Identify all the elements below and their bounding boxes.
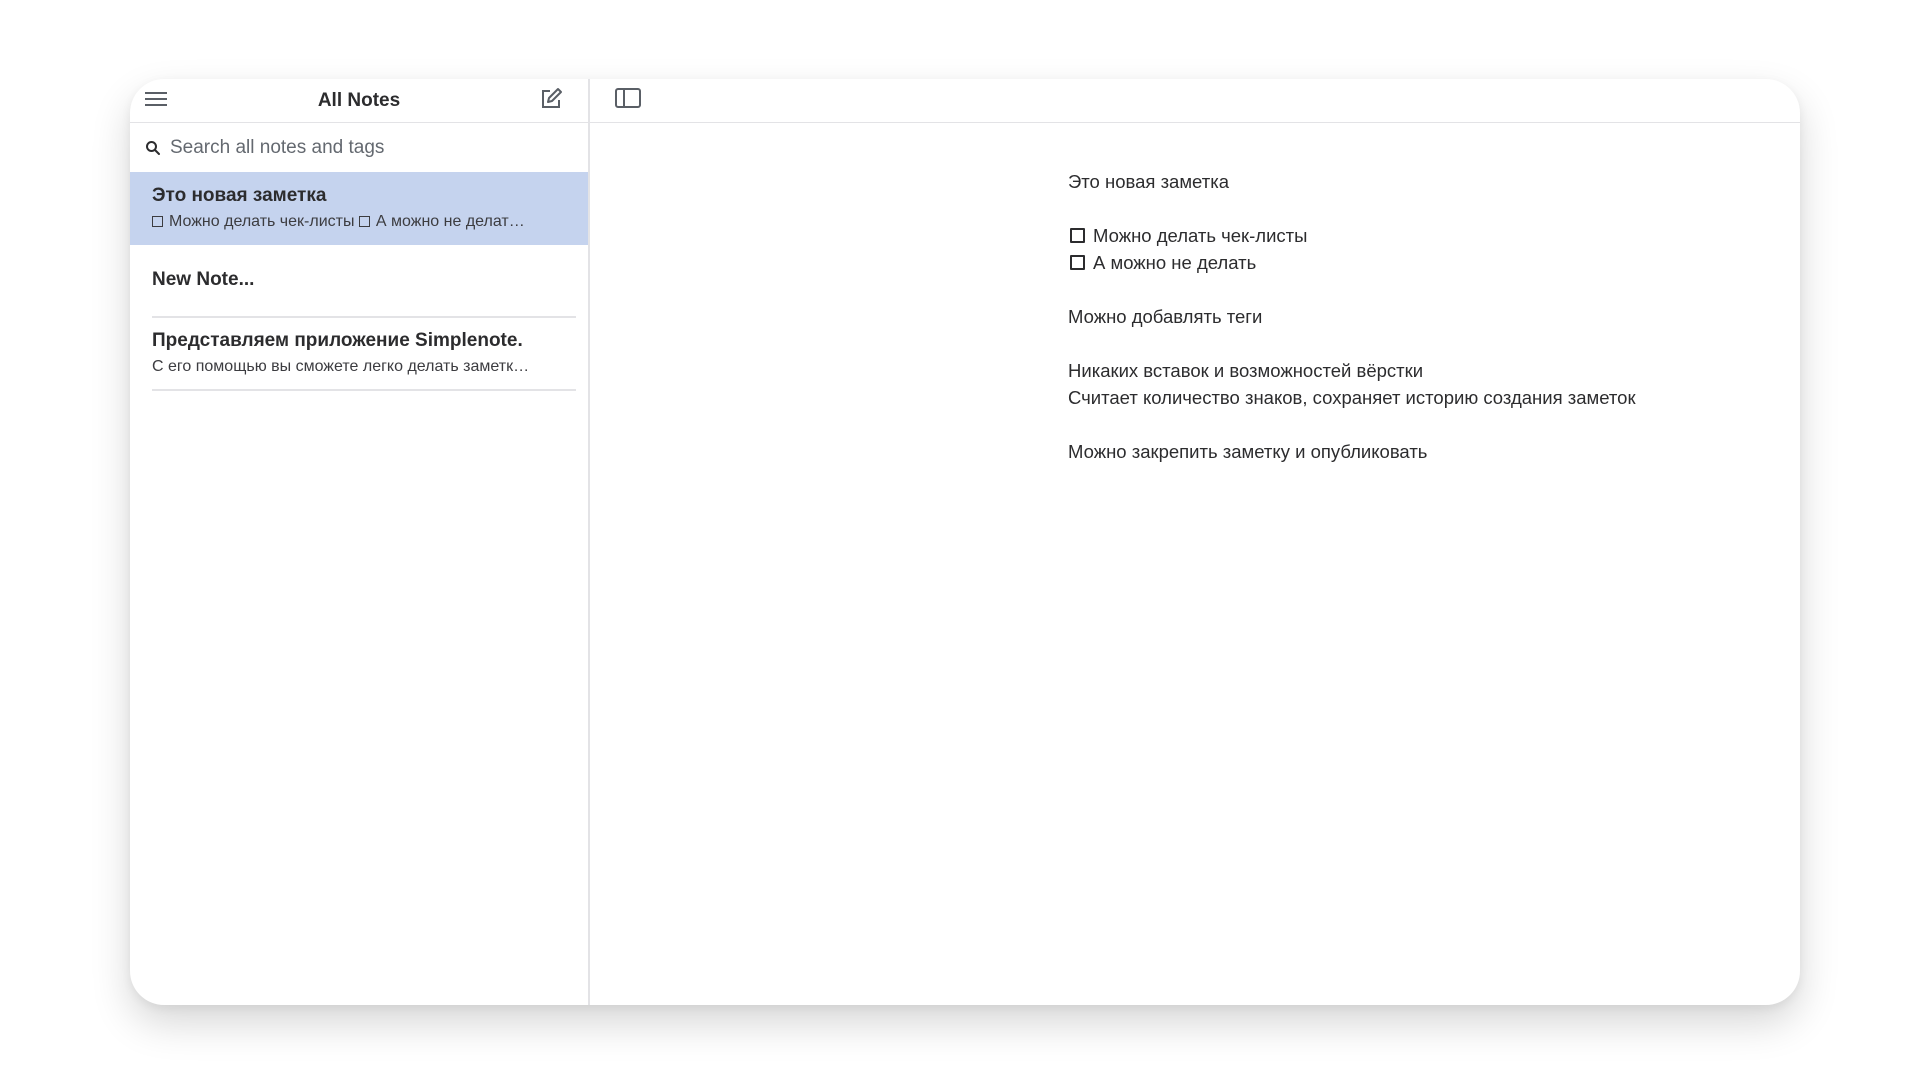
note-content[interactable]: Это новая заметка Можно делать чек-листы… [590, 123, 1800, 465]
note-editor: Это новая заметка Можно делать чек-листы… [590, 79, 1800, 1005]
note-list-item[interactable]: Представляем приложение Simplenote. С ег… [130, 318, 588, 391]
checklist-item: Можно делать чек-листы [1068, 222, 1800, 249]
sidebar-toggle-icon [615, 88, 641, 113]
note-preview-part: А можно не делат… [375, 213, 525, 230]
app-window: All Notes Э [130, 79, 1800, 1005]
note-text-line: Считает количество знаков, сохраняет ист… [1068, 387, 1636, 408]
note-preview: С его помощью вы сможете легко делать за… [152, 358, 530, 375]
note-heading-line: Это новая заметка [1068, 171, 1229, 192]
hamburger-menu-icon [145, 91, 167, 112]
search-bar [130, 123, 588, 172]
note-list-item[interactable]: New Note... [130, 245, 588, 318]
checkbox-icon [358, 216, 370, 227]
search-input[interactable] [170, 136, 550, 159]
note-title: Это новая заметка [152, 185, 327, 206]
note-list: Это новая заметка Можно делать чек-листы… [130, 172, 588, 1005]
note-title: Представляем приложение Simplenote. [152, 330, 523, 351]
note-list-sidebar: All Notes Э [130, 79, 590, 1005]
sidebar-toggle-button[interactable] [614, 88, 642, 113]
note-preview-part: Можно делать чек-листы [169, 213, 355, 230]
new-note-button[interactable] [538, 87, 564, 116]
note-text-line: Можно закрепить заметку и опубликовать [1068, 441, 1428, 462]
checklist-item-text: А можно не делать [1093, 252, 1257, 273]
note-text-line: Можно добавлять теги [1068, 306, 1263, 327]
list-title: All Notes [317, 89, 401, 111]
checklist-item: А можно не делать [1068, 249, 1800, 276]
checklist-checkbox[interactable] [1070, 228, 1085, 243]
checklist-item-text: Можно делать чек-листы [1093, 225, 1308, 246]
note-list-item-selected[interactable]: Это новая заметка Можно делать чек-листы… [130, 172, 588, 245]
checkbox-icon [152, 216, 163, 227]
note-list-header: All Notes [130, 79, 588, 123]
checklist-checkbox[interactable] [1070, 255, 1085, 270]
compose-icon [539, 87, 563, 116]
note-preview: Можно делать чек-листы А можно не делат… [152, 213, 576, 231]
note-text-line: Никаких вставок и возможностей вёрстки [1068, 360, 1424, 381]
note-title: New Note... [152, 269, 255, 290]
menu-button[interactable] [144, 89, 168, 113]
editor-toolbar [590, 79, 1800, 123]
search-icon [144, 139, 162, 157]
